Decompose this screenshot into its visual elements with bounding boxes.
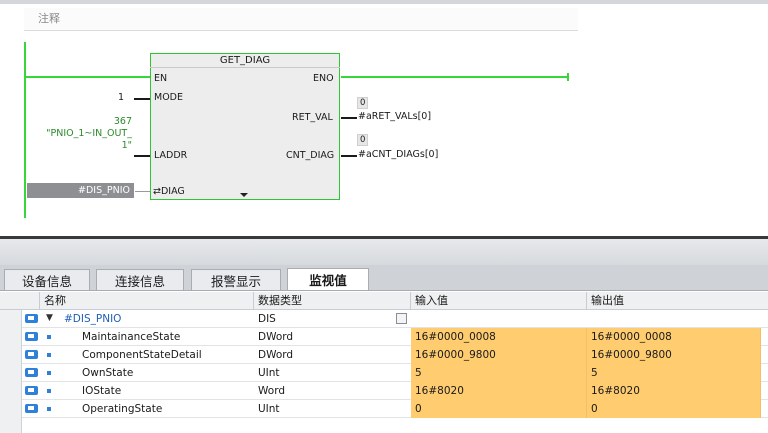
row-output: 5	[587, 364, 761, 382]
member-bullet-icon	[47, 371, 51, 375]
laddr-name-1[interactable]: "PNIO_1~IN_OUT_	[20, 128, 132, 139]
row-output: 16#0000_9800	[587, 346, 761, 364]
tab-device-info[interactable]: 设备信息	[4, 269, 90, 290]
pin-mode: MODE	[154, 92, 183, 103]
header-corner	[0, 292, 40, 310]
network-comment-label: 注释	[38, 12, 60, 25]
row-type: DWord	[258, 331, 294, 343]
row-output: 0	[587, 400, 761, 418]
row-header	[0, 382, 22, 400]
row-name: MaintainanceState	[82, 331, 181, 343]
row-output: 16#8020	[587, 382, 761, 400]
mode-wire	[134, 98, 150, 100]
tab-alarm-display[interactable]: 报警显示	[191, 269, 281, 290]
row-header	[0, 400, 22, 418]
tag-icon	[25, 404, 38, 413]
table-row[interactable]: ComponentStateDetail DWord 16#0000_9800 …	[0, 346, 768, 364]
ret-val-live-value: 0	[357, 97, 369, 109]
tag-icon	[25, 350, 38, 359]
cnt-diag-target[interactable]: #aCNT_DIAGs[0]	[358, 149, 438, 160]
diag-param-value: #DIS_PNIO	[78, 185, 130, 196]
ret-val-target[interactable]: #aRET_VALs[0]	[358, 111, 431, 122]
table-row[interactable]: ▼ #DIS_PNIO DIS	[0, 310, 768, 328]
table-row[interactable]: OwnState UInt 5 5	[0, 364, 768, 382]
pin-diag: ⇄DIAG	[153, 186, 185, 197]
row-name: OwnState	[82, 367, 134, 379]
tab-connection-info[interactable]: 连接信息	[96, 269, 184, 290]
table-row[interactable]: IOState Word 16#8020 16#8020	[0, 382, 768, 400]
pin-ret-val: RET_VAL	[292, 112, 333, 123]
expand-triangle-icon[interactable]: ▼	[46, 313, 53, 323]
struct-type-icon[interactable]	[396, 313, 407, 324]
header-output-value[interactable]: 输出值	[587, 292, 768, 310]
tag-icon	[25, 386, 38, 395]
header-input-value[interactable]: 输入值	[411, 292, 587, 310]
member-bullet-icon	[47, 353, 51, 357]
header-name[interactable]: 名称	[40, 292, 254, 310]
row-input: 0	[411, 400, 587, 418]
row-input: 5	[411, 364, 587, 382]
table-row[interactable]: MaintainanceState DWord 16#0000_0008 16#…	[0, 328, 768, 346]
row-header	[0, 310, 22, 328]
tag-icon	[25, 332, 38, 341]
pin-diag-label: DIAG	[160, 186, 185, 197]
row-input: 16#0000_0008	[411, 328, 587, 346]
tag-icon	[25, 368, 38, 377]
pin-eno: ENO	[313, 73, 334, 84]
inout-icon: ⇄	[153, 186, 161, 197]
row-type: UInt	[258, 403, 280, 415]
row-header-empty	[0, 418, 22, 433]
row-header	[0, 346, 22, 364]
tab-watch-values[interactable]: 监视值	[287, 268, 369, 290]
header-data-type[interactable]: 数据类型	[254, 292, 411, 310]
eno-wire-end	[567, 73, 569, 81]
row-type: DWord	[258, 349, 294, 361]
network-comment-bar[interactable]	[24, 8, 578, 31]
row-name: OperatingState	[82, 403, 163, 415]
pin-cnt-diag: CNT_DIAG	[286, 150, 335, 161]
pin-laddr: LADDR	[154, 150, 188, 161]
member-bullet-icon	[47, 335, 51, 339]
laddr-live-value: 367	[113, 116, 132, 127]
row-header	[0, 328, 22, 346]
cnt-diag-wire	[341, 155, 357, 157]
row-input: 16#0000_9800	[411, 346, 587, 364]
diag-wire	[135, 191, 150, 192]
laddr-name-2[interactable]: 1"	[20, 140, 132, 151]
row-header	[0, 364, 22, 382]
laddr-wire	[134, 155, 150, 157]
row-name: #DIS_PNIO	[64, 313, 122, 325]
cnt-diag-live-value: 0	[357, 134, 369, 146]
row-name: IOState	[82, 385, 122, 397]
row-type: DIS	[258, 313, 276, 325]
member-bullet-icon	[47, 407, 51, 411]
en-power-wire	[24, 76, 150, 78]
block-title[interactable]: GET_DIAG	[150, 55, 340, 66]
panel-title-bar	[0, 239, 768, 265]
row-type: Word	[258, 385, 285, 397]
top-strip	[0, 0, 768, 4]
block-expand-arrow-icon[interactable]	[240, 193, 248, 197]
row-output	[587, 310, 768, 328]
mode-value[interactable]: 1	[118, 92, 124, 103]
row-output: 16#0000_0008	[587, 328, 761, 346]
get-diag-block[interactable]	[150, 53, 340, 200]
eno-power-wire	[341, 76, 569, 78]
row-name: ComponentStateDetail	[82, 349, 202, 361]
tag-icon	[25, 314, 38, 323]
member-bullet-icon	[47, 389, 51, 393]
row-input: 16#8020	[411, 382, 587, 400]
ret-val-wire	[341, 117, 357, 119]
table-row[interactable]: OperatingState UInt 0 0	[0, 400, 768, 418]
pin-en: EN	[154, 73, 168, 84]
row-type: UInt	[258, 367, 280, 379]
row-input	[411, 310, 587, 328]
